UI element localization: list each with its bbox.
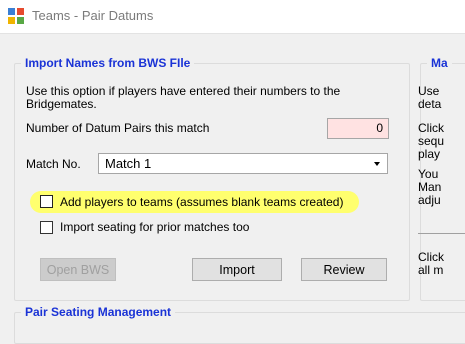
chevron-down-icon[interactable] (374, 162, 380, 166)
right-text-line: Man (418, 180, 442, 194)
datum-pairs-input[interactable]: 0 (327, 118, 389, 139)
right-text-line: sequ (418, 134, 445, 148)
right-text-line: Use (418, 84, 440, 98)
right-text-line: deta (418, 97, 442, 111)
window-title: Teams - Pair Datums (32, 8, 154, 23)
import-seating-label[interactable]: Import seating for prior matches too (60, 220, 249, 234)
pair-seating-legend: Pair Seating Management (21, 304, 176, 320)
right-text-line: Click (418, 250, 444, 264)
right-text-line: adju (418, 193, 441, 207)
right-text-line: Click (418, 121, 444, 135)
import-seating-checkbox[interactable] (40, 221, 53, 234)
title-bar: Teams - Pair Datums (0, 0, 465, 34)
right-text-line: play (418, 147, 441, 161)
match-no-value: Match 1 (105, 156, 152, 171)
pair-seating-group: Pair Seating Management (14, 304, 465, 344)
app-icon (8, 8, 24, 24)
open-bws-button[interactable]: Open BWS (40, 258, 116, 281)
match-no-label: Match No. (26, 157, 81, 171)
datum-pairs-label: Number of Datum Pairs this match (26, 121, 210, 135)
right-group-legend: Ma (427, 55, 452, 71)
right-divider (418, 233, 465, 234)
import-group-legend: Import Names from BWS FIle (21, 55, 195, 71)
review-button[interactable]: Review (301, 258, 387, 281)
add-players-checkbox[interactable] (40, 195, 53, 208)
import-button[interactable]: Import (192, 258, 282, 281)
right-text-line: You (418, 167, 439, 181)
add-players-label[interactable]: Add players to teams (assumes blank team… (60, 195, 343, 209)
right-text-line: all m (418, 263, 444, 277)
import-description-line1: Use this option if players have entered … (26, 84, 341, 98)
match-no-select[interactable]: Match 1 (98, 153, 388, 174)
import-description-line2: Bridgemates. (26, 97, 97, 111)
